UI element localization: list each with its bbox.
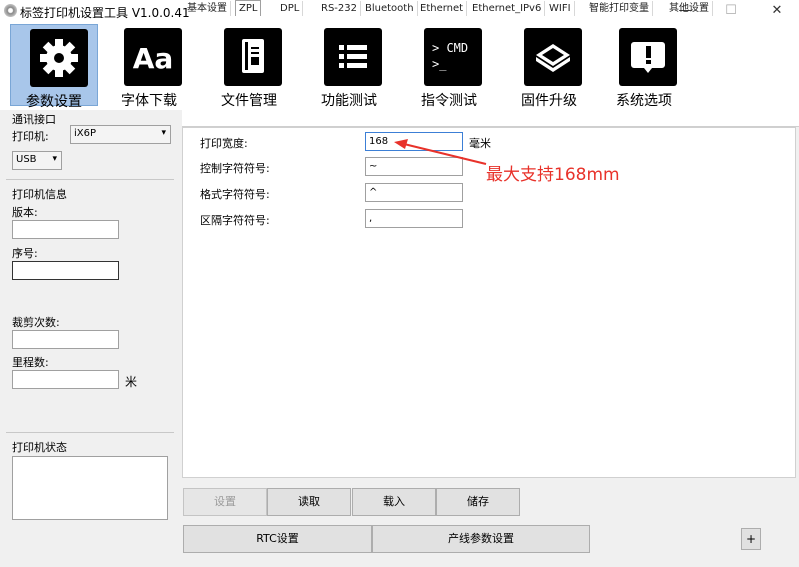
close-button[interactable]: ✕ (754, 0, 799, 22)
tab-basic[interactable]: 基本设置 (184, 1, 231, 16)
tab-ethernet[interactable]: Ethernet (417, 1, 468, 16)
format-char-input[interactable]: ^ (365, 183, 463, 202)
chevron-down-icon: ▾ (161, 128, 166, 138)
function-test-button[interactable]: 功能测试 (305, 24, 393, 109)
file-management-button[interactable]: 文件管理 (205, 24, 293, 109)
tab-bluetooth[interactable]: Bluetooth (362, 1, 418, 16)
separator-char-input[interactable]: , (365, 209, 463, 228)
toolbar-label: 系统选项 (616, 93, 672, 109)
file-icon (224, 28, 282, 86)
printer-status-box[interactable] (12, 456, 168, 520)
annotation-text: 最大支持168mm (486, 165, 620, 185)
toolbar-label: 功能测试 (321, 93, 377, 109)
port-select-value: USB (16, 154, 37, 165)
app-icon (4, 4, 17, 17)
cut-count-label: 裁剪次数: (12, 316, 60, 329)
toolbar-label: 文件管理 (221, 93, 277, 109)
save-button[interactable]: 储存 (436, 488, 520, 516)
tab-wifi[interactable]: WIFI (546, 1, 575, 16)
load-button[interactable]: 载入 (352, 488, 436, 516)
chevron-down-icon: ▾ (52, 154, 57, 164)
version-label: 版本: (12, 206, 38, 219)
firmware-upgrade-button[interactable]: 固件升级 (505, 24, 593, 109)
control-char-label: 控制字符符号: (200, 162, 270, 175)
separator-char-label: 区隔字符符号: (200, 214, 270, 227)
mileage-unit: 米 (125, 375, 138, 389)
print-width-label: 打印宽度: (200, 137, 248, 150)
tab-rs232[interactable]: RS-232 (318, 1, 361, 16)
tab-zpl[interactable]: ZPL (235, 0, 262, 16)
command-test-button[interactable]: > CMD >_ 指令测试 (405, 24, 493, 109)
toolbar-label: 固件升级 (521, 93, 577, 109)
version-field[interactable] (12, 220, 119, 239)
tab-dpl[interactable]: DPL (277, 1, 304, 16)
tab-smart-variables[interactable]: 智能打印变量 (586, 1, 653, 16)
printer-status-title: 打印机状态 (12, 441, 67, 454)
font-download-button[interactable]: Aa 字体下载 (105, 24, 193, 109)
set-button[interactable]: 设置 (183, 488, 267, 516)
plus-button[interactable]: + (741, 528, 761, 550)
divider (6, 432, 174, 433)
printer-info-title: 打印机信息 (12, 188, 67, 201)
maximize-button[interactable]: ☐ (708, 0, 754, 22)
toolbar: 参数设置 Aa 字体下载 文件管理 功能测试 > CMD >_ 指令测试 固件升… (0, 22, 799, 110)
alert-icon (619, 28, 677, 86)
printer-label: 打印机: (12, 130, 49, 143)
font-icon: Aa (124, 28, 182, 86)
chip-icon (524, 28, 582, 86)
serial-field[interactable] (12, 261, 119, 280)
svg-text:>_: >_ (432, 57, 447, 71)
comm-interface-title: 通讯接口 (12, 113, 56, 126)
svg-text:> CMD: > CMD (432, 41, 468, 55)
serial-label: 序号: (12, 247, 38, 260)
printer-select-value: iX6P (74, 128, 97, 139)
port-select[interactable]: USB ▾ (12, 151, 62, 170)
toolbar-label: 参数设置 (26, 94, 82, 110)
tab-bar (182, 110, 799, 127)
format-char-label: 格式字符符号: (200, 188, 270, 201)
cmd-icon: > CMD >_ (424, 28, 482, 86)
toolbar-label: 指令测试 (421, 93, 477, 109)
production-line-settings-button[interactable]: 产线参数设置 (372, 525, 590, 553)
rtc-settings-button[interactable]: RTC设置 (183, 525, 372, 553)
mileage-label: 里程数: (12, 356, 49, 369)
tab-ethernet-ipv6[interactable]: Ethernet_IPv6 (469, 1, 546, 16)
printer-select[interactable]: iX6P ▾ (70, 125, 171, 144)
mileage-field[interactable] (12, 370, 119, 389)
toolbar-label: 字体下载 (121, 93, 177, 109)
annotation-arrow-icon (394, 139, 487, 165)
svg-text:Aa: Aa (133, 42, 174, 75)
cut-count-field[interactable] (12, 330, 119, 349)
read-button[interactable]: 读取 (267, 488, 351, 516)
tab-other[interactable]: 其他设置 (666, 1, 713, 16)
gear-icon (30, 29, 88, 87)
divider (6, 179, 174, 180)
param-settings-button[interactable]: 参数设置 (10, 24, 98, 110)
list-icon (324, 28, 382, 86)
system-options-button[interactable]: 系统选项 (600, 24, 688, 109)
window-title: 标签打印机设置工具 V1.0.0.41 (20, 6, 190, 20)
